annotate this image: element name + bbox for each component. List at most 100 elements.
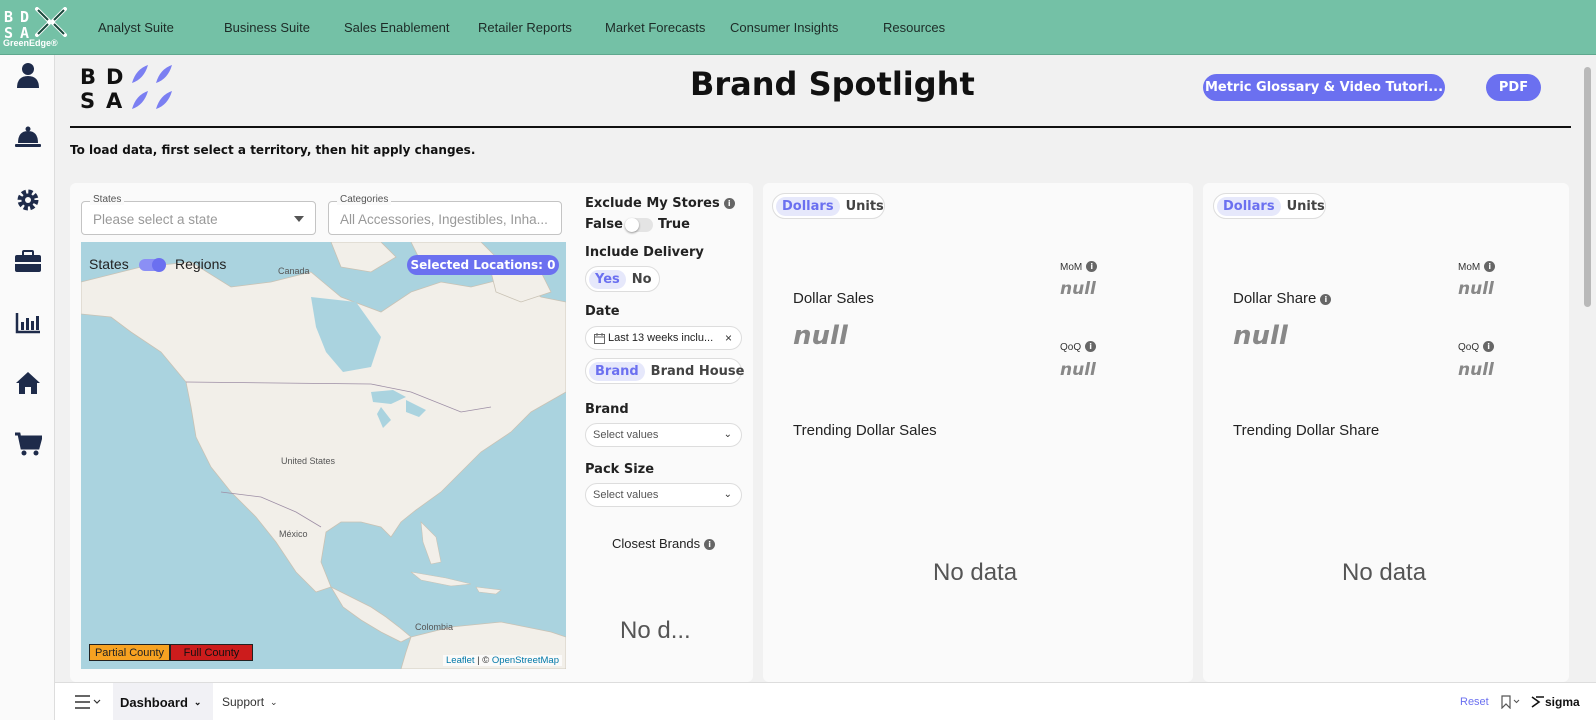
dollar-share-card: Dollars Units Dollar Share i null MoM i nu…	[1203, 183, 1569, 682]
dollar-share-title-text: Dollar Share	[1233, 290, 1317, 307]
pack-size-placeholder: Select values	[593, 489, 659, 501]
true-label: True	[658, 217, 690, 232]
left-sidebar	[0, 55, 55, 720]
support-tab-label: Support	[222, 695, 265, 709]
dollar-share-title: Dollar Share i	[1233, 290, 1332, 307]
delivery-no[interactable]: No	[626, 270, 658, 289]
cart-icon[interactable]	[12, 428, 44, 460]
territory-map[interactable]: States Regions Selected Locations: 0 Can…	[81, 242, 566, 669]
map-mode-toggle[interactable]	[139, 258, 166, 272]
page-scrollbar[interactable]	[1580, 55, 1596, 682]
states-placeholder: Please select a state	[93, 212, 218, 227]
metric-glossary-button[interactable]: Metric Glossary & Video Tutori...	[1203, 74, 1445, 101]
share-qoq-label: QoQ i	[1458, 341, 1495, 353]
brand-select[interactable]: Select values ⌄	[585, 423, 742, 447]
map-label-colombia: Colombia	[415, 622, 454, 632]
nav-market-forecasts[interactable]: Market Forecasts	[605, 20, 705, 35]
sales-mom-value: null	[1060, 279, 1096, 299]
pack-size-label: Pack Size	[585, 462, 655, 477]
date-label: Date	[585, 304, 620, 319]
chevron-down-icon: ⌄	[723, 429, 732, 440]
dollar-share-value: null	[1233, 321, 1288, 351]
chevron-down-icon: ⌄	[723, 489, 732, 500]
categories-select[interactable]: Categories All Accessories, Ingestibles,…	[328, 194, 562, 235]
map-label-mexico: México	[279, 529, 308, 539]
delivery-yes[interactable]: Yes	[589, 269, 626, 289]
date-select[interactable]: Last 13 weeks inclu... ×	[585, 326, 742, 350]
home-icon[interactable]	[12, 367, 44, 399]
nav-resources[interactable]: Resources	[883, 20, 945, 35]
openstreetmap-link[interactable]: OpenStreetMap	[492, 655, 559, 666]
info-icon[interactable]: i	[1320, 294, 1332, 305]
info-icon[interactable]: i	[723, 198, 735, 209]
legend-full-county: Full County	[170, 644, 253, 661]
bottom-toolbar: Dashboard ⌄ Support ⌄ Reset sigma	[55, 682, 1596, 720]
dashboard-header: B D S A Brand Spotlight Metric Glossary …	[70, 55, 1572, 130]
dollar-sales-card: Dollars Units Dollar Sales null MoM i nul…	[763, 183, 1193, 682]
share-toggle-units[interactable]: Units	[1281, 197, 1331, 216]
bar-chart-icon[interactable]	[12, 307, 44, 339]
brand-mode-brand[interactable]: Brand	[589, 361, 645, 381]
closest-brands-nodata: No d...	[620, 617, 691, 644]
dropdown-caret-icon	[294, 216, 304, 222]
trending-dollar-share-title: Trending Dollar Share	[1233, 422, 1380, 439]
sales-toggle-dollars[interactable]: Dollars	[776, 196, 840, 216]
exclude-stores-toggle[interactable]	[625, 218, 653, 232]
dashboard-tab[interactable]: Dashboard ⌄	[113, 683, 213, 720]
logo-letter-d: D	[20, 8, 34, 26]
nav-consumer-insights[interactable]: Consumer Insights	[730, 20, 838, 35]
user-icon[interactable]	[12, 59, 44, 91]
brand-label: Brand	[585, 402, 629, 417]
leaflet-link[interactable]: Leaflet	[446, 655, 475, 666]
info-icon[interactable]: i	[1484, 261, 1496, 272]
scrollbar-thumb[interactable]	[1584, 67, 1591, 307]
sales-qoq-label: QoQ i	[1060, 341, 1097, 353]
logo-greenedge-text: GreenEdge®	[3, 38, 58, 48]
map-mode-states-label[interactable]: States	[89, 256, 129, 272]
briefcase-icon[interactable]	[12, 245, 44, 277]
nav-business-suite[interactable]: Business Suite	[224, 20, 310, 35]
share-qoq-label-text: QoQ	[1458, 342, 1480, 353]
sales-unit-toggle: Dollars Units	[772, 193, 885, 219]
exclude-stores-text: Exclude My Stores	[585, 196, 720, 211]
date-value: Last 13 weeks inclu...	[608, 332, 714, 344]
header-divider	[70, 126, 1571, 128]
reset-button[interactable]: Reset	[1460, 683, 1489, 720]
pack-size-select[interactable]: Select values ⌄	[585, 483, 742, 507]
sales-toggle-units[interactable]: Units	[840, 197, 890, 216]
share-toggle-dollars[interactable]: Dollars	[1217, 196, 1281, 216]
dollar-sales-value: null	[793, 321, 848, 351]
map-attribution: Leaflet | © OpenStreetMap	[443, 655, 562, 666]
info-icon[interactable]: i	[1086, 261, 1098, 272]
pdf-button[interactable]: PDF	[1486, 74, 1541, 101]
sales-qoq-value: null	[1060, 360, 1096, 380]
bdsa-greenedge-logo[interactable]: B D S A GreenEdge®	[2, 6, 67, 52]
states-select[interactable]: States Please select a state	[81, 194, 316, 235]
map-mode-regions-label[interactable]: Regions	[175, 256, 226, 272]
nav-sales-enablement[interactable]: Sales Enablement	[344, 20, 450, 35]
nav-analyst-suite[interactable]: Analyst Suite	[98, 20, 174, 35]
calendar-icon	[594, 333, 605, 344]
bdsa-logo: B D S A	[78, 63, 188, 113]
info-icon[interactable]: i	[1085, 341, 1097, 352]
info-icon[interactable]: i	[704, 539, 716, 550]
include-delivery-label: Include Delivery	[585, 245, 704, 260]
nav-retailer-reports[interactable]: Retailer Reports	[478, 20, 572, 35]
logo-letter-b: B	[80, 65, 97, 89]
brand-mode-brand-house[interactable]: Brand House	[645, 362, 751, 381]
include-delivery-toggle: Yes No	[585, 266, 660, 292]
map-label-canada: Canada	[278, 266, 310, 276]
info-icon[interactable]: i	[1483, 341, 1495, 352]
bookmark-icon[interactable]	[1501, 683, 1521, 720]
dashboard-tab-label: Dashboard	[120, 694, 188, 710]
bell-service-icon[interactable]	[12, 121, 44, 153]
gear-icon[interactable]	[12, 184, 44, 216]
brand-mode-toggle: Brand Brand House	[585, 358, 744, 384]
support-tab[interactable]: Support ⌄	[222, 683, 278, 720]
sigma-logo: sigma	[1531, 683, 1580, 720]
sigma-wordmark: sigma	[1545, 695, 1580, 709]
clear-icon[interactable]: ×	[725, 327, 732, 349]
menu-icon[interactable]	[75, 683, 101, 720]
sales-mom-label: MoM i	[1060, 261, 1098, 273]
share-mom-value: null	[1458, 279, 1494, 299]
